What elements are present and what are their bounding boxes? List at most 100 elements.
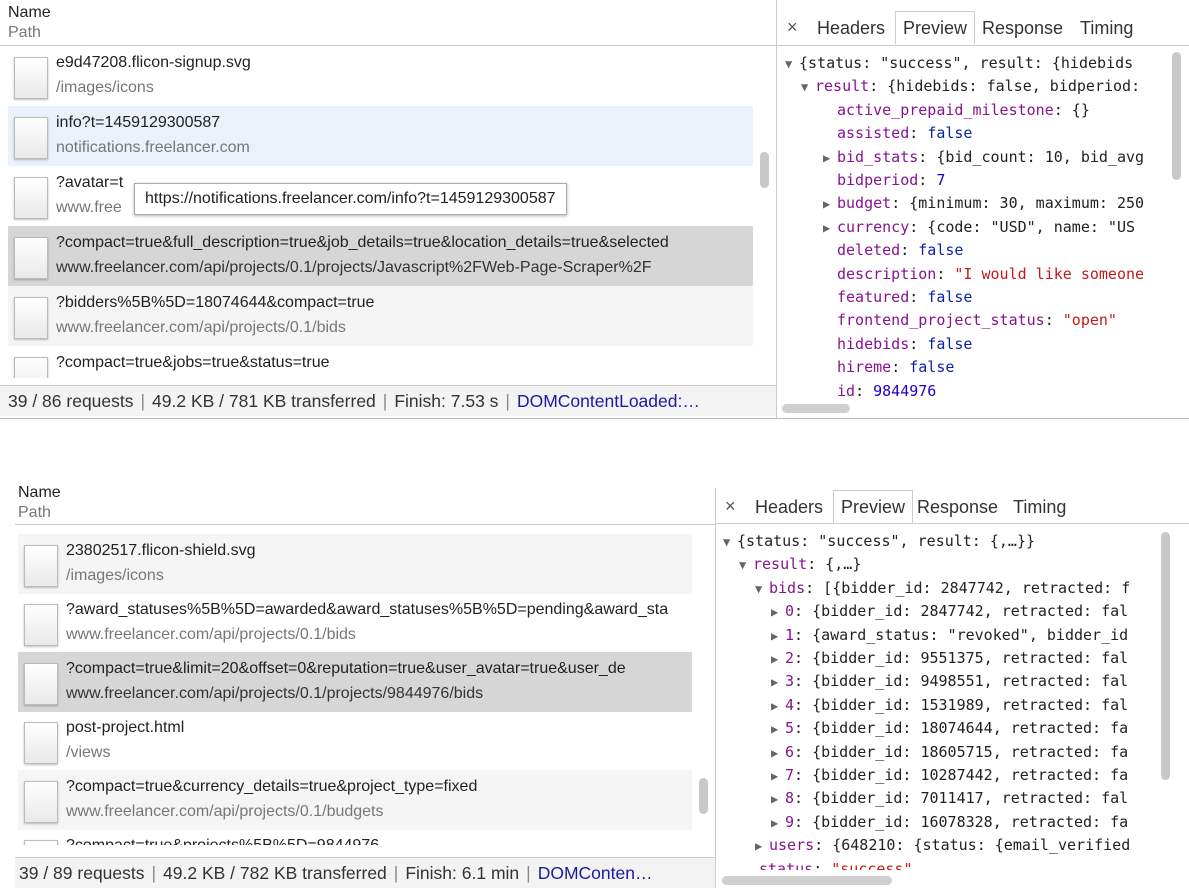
json-text: : (936, 264, 955, 283)
json-tree-line[interactable]: ▶ 9: {bidder_id: 16078328, retracted: fa (771, 811, 1128, 834)
bottom-devtools-panel: Name Path 23802517.flicon-shield.svg /im… (0, 470, 1189, 895)
json-tree-line[interactable]: ▶ 7: {bidder_id: 10287442, retracted: fa (771, 764, 1128, 787)
json-tree-line[interactable]: ▶ 5: {bidder_id: 18074644, retracted: fa (771, 717, 1128, 740)
json-tree-line[interactable]: ▼ {status: "success", result: {hidebids (785, 52, 1133, 75)
domcontentloaded-link[interactable]: DOMConten… (538, 863, 653, 883)
json-tree-line[interactable]: ▶ users: {648210: {status: {email_verifie… (755, 834, 1130, 857)
json-tree-line[interactable]: ▶ bid_stats: {bid_count: 10, bid_avg (823, 146, 1144, 169)
json-value: "success" (831, 859, 913, 870)
preview-hscrollbar[interactable] (782, 404, 850, 413)
request-row[interactable]: e9d47208.flicon-signup.svg /images/icons (8, 46, 753, 106)
domcontentloaded-link[interactable]: DOMContentLoaded:… (517, 391, 700, 411)
expanded-triangle-icon[interactable]: ▼ (739, 554, 753, 577)
request-row-selected[interactable]: ?compact=true&limit=20&offset=0&reputati… (18, 652, 692, 712)
tab-response[interactable]: Response (975, 12, 1070, 44)
json-text: : (855, 381, 874, 396)
json-text: : {bid_count: 10, bid_avg (918, 147, 1145, 166)
collapsed-triangle-icon[interactable]: ▶ (771, 695, 785, 718)
json-preview: ▼ {status: "success", result: {hidebids ▼ r… (785, 52, 1168, 396)
request-path: /images/icons (66, 567, 164, 584)
pane-divider[interactable] (776, 0, 777, 418)
request-row[interactable]: ?bidders%5B%5D=18074644&compact=true www… (8, 286, 753, 346)
json-tree-line[interactable]: ▼ bids: [{bidder_id: 2847742, retracted: … (755, 577, 1130, 600)
preview-vscrollbar[interactable] (1161, 532, 1170, 780)
file-icon (14, 357, 48, 378)
json-tree-line[interactable]: ▶ 4: {bidder_id: 1531989, retracted: fal (771, 694, 1128, 717)
expanded-triangle-icon[interactable]: ▼ (801, 76, 815, 99)
json-text: : {bidder_id: 10287442, retracted: fa (794, 766, 1129, 784)
list-scrollbar[interactable] (699, 778, 708, 814)
request-row[interactable]: ?compact=true&currency_details=true&proj… (18, 770, 692, 830)
json-tree-line[interactable]: ▶ 1: {award_status: "revoked", bidder_id (771, 624, 1128, 647)
json-tree-line[interactable]: ▶ currency: {code: "USD", name: "US (823, 216, 1135, 239)
tab-headers[interactable]: Headers (810, 12, 892, 44)
json-tree-line: hidebids: false (837, 333, 972, 356)
preview-vscrollbar[interactable] (1172, 52, 1181, 180)
collapsed-triangle-icon[interactable]: ▶ (771, 648, 785, 671)
file-icon (14, 177, 48, 219)
json-text: : {bidder_id: 18605715, retracted: fa (794, 742, 1129, 761)
tab-timing[interactable]: Timing (1006, 491, 1073, 523)
pane-divider[interactable] (715, 488, 716, 888)
json-tree-line[interactable]: ▶ 3: {bidder_id: 9498551, retracted: fal (771, 670, 1128, 693)
collapsed-triangle-icon[interactable]: ▶ (771, 788, 785, 811)
json-text: : (891, 358, 910, 377)
collapsed-triangle-icon[interactable]: ▶ (823, 193, 837, 216)
collapsed-triangle-icon[interactable]: ▶ (771, 765, 785, 788)
json-tree-line: bidperiod: 7 (837, 169, 945, 192)
request-row[interactable]: post-project.html /views (18, 711, 692, 771)
request-row-selected[interactable]: ?compact=true&full_description=true&job_… (8, 226, 753, 286)
tab-headers[interactable]: Headers (748, 491, 830, 523)
json-tree-line[interactable]: ▶ 6: {bidder_id: 18605715, retracted: fa (771, 741, 1128, 764)
collapsed-triangle-icon[interactable]: ▶ (771, 625, 785, 648)
request-row[interactable]: 23802517.flicon-shield.svg /images/icons (18, 534, 692, 594)
expanded-triangle-icon[interactable]: ▼ (785, 53, 799, 76)
collapsed-triangle-icon[interactable]: ▶ (755, 835, 769, 858)
file-icon (24, 781, 58, 823)
json-tree-line[interactable]: ▶ 2: {bidder_id: 9551375, retracted: fal (771, 647, 1128, 670)
json-tree-line[interactable]: ▼ result: {,…} (739, 553, 861, 576)
close-icon[interactable]: × (725, 496, 736, 517)
collapsed-triangle-icon[interactable]: ▶ (771, 742, 785, 765)
json-text: : {hidebids: false, bidperiod: (869, 77, 1141, 96)
collapsed-triangle-icon[interactable]: ▶ (771, 601, 785, 624)
file-icon (14, 57, 48, 99)
collapsed-triangle-icon[interactable]: ▶ (823, 217, 837, 240)
collapsed-triangle-icon[interactable]: ▶ (771, 718, 785, 741)
json-tree-line[interactable]: ▶ budget: {minimum: 30, maximum: 250 (823, 192, 1144, 215)
json-tree-line: status: "success" (759, 858, 913, 870)
request-row[interactable]: info?t=1459129300587 notifications.freel… (8, 106, 753, 166)
request-name: 23802517.flicon-shield.svg (66, 542, 256, 559)
request-path: /views (66, 744, 111, 761)
collapsed-triangle-icon[interactable]: ▶ (771, 812, 785, 835)
json-key: 0 (785, 602, 795, 621)
bottom-request-list: 23802517.flicon-shield.svg /images/icons… (18, 530, 692, 845)
json-tree-line: featured: false (837, 286, 972, 309)
json-tree-line[interactable]: ▶ 0: {bidder_id: 2847742, retracted: fal (771, 600, 1128, 623)
json-tree-line[interactable]: ▼ {status: "success", result: {,…}} (723, 530, 1035, 553)
request-row[interactable]: ?compact=true&projects%5B%5D=9844976 (18, 829, 692, 845)
request-row[interactable]: ?award_statuses%5B%5D=awarded&award_stat… (18, 593, 692, 653)
json-text: : {648210: {status: {email_verified (814, 836, 1131, 855)
divider (15, 524, 715, 525)
tab-preview[interactable]: Preview (833, 490, 914, 523)
json-key: frontend_project_status (837, 311, 1045, 330)
tab-response[interactable]: Response (910, 491, 1005, 523)
collapsed-triangle-icon[interactable]: ▶ (771, 671, 785, 694)
json-tree-line[interactable]: ▶ 8: {bidder_id: 7011417, retracted: fal (771, 787, 1128, 810)
list-scrollbar[interactable] (760, 152, 769, 188)
tab-preview[interactable]: Preview (895, 11, 976, 44)
expanded-triangle-icon[interactable]: ▼ (723, 531, 737, 554)
bottom-column-header[interactable]: Name Path (18, 483, 61, 523)
close-icon[interactable]: × (787, 17, 798, 38)
json-tree-line[interactable]: ▼ result: {hidebids: false, bidperiod: (801, 75, 1140, 98)
request-count: 39 / 86 requests (8, 391, 134, 411)
file-icon (14, 297, 48, 339)
tab-timing[interactable]: Timing (1073, 12, 1140, 44)
preview-hscrollbar[interactable] (722, 876, 892, 885)
collapsed-triangle-icon[interactable]: ▶ (823, 147, 837, 170)
request-name: ?compact=true&jobs=true&status=true (56, 354, 330, 371)
expanded-triangle-icon[interactable]: ▼ (755, 578, 769, 601)
request-row[interactable]: ?compact=true&jobs=true&status=true (8, 346, 753, 378)
top-column-header[interactable]: Name Path (8, 3, 51, 43)
